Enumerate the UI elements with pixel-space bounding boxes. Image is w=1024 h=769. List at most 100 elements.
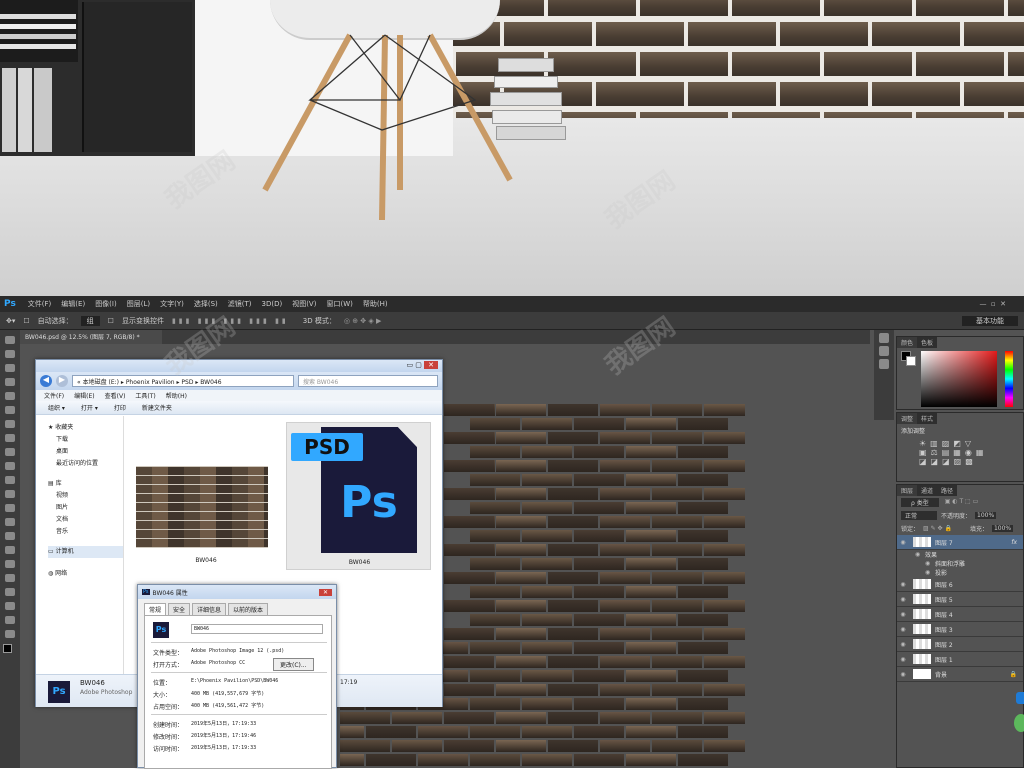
layer-row[interactable]: ◉ 背景 🔒 [897,667,1023,682]
tool-icon[interactable] [5,448,15,456]
eye-icon[interactable]: ◉ [897,611,909,618]
eye-icon[interactable]: ◉ [897,539,909,546]
eye-icon[interactable]: ◉ [897,581,909,588]
eye-icon[interactable]: ◉ [897,641,909,648]
menu-item[interactable]: 图像(I) [95,300,117,308]
explorer-menu-item[interactable]: 帮助(H) [166,391,187,400]
menu-item[interactable]: 3D(D) [262,300,283,308]
tool-icon[interactable] [5,518,15,526]
blend-mode-select[interactable]: 正常 [901,511,938,520]
window-controls[interactable]: — ▫ ✕ [979,300,1006,308]
tab-channels[interactable]: 通道 [917,485,938,496]
foreground-color[interactable] [3,644,12,653]
tool-icon[interactable] [5,602,15,610]
layer-row[interactable]: ◉ 图层 7 fx [897,535,1023,550]
tool-icon[interactable] [5,476,15,484]
tool-icon[interactable] [5,630,15,638]
eye-icon[interactable]: ◉ [897,596,909,603]
tool-icon[interactable] [5,490,15,498]
fill-input[interactable]: 100% [991,525,1014,532]
tool-icon[interactable] [5,574,15,582]
menu-item[interactable]: 窗口(W) [326,300,352,308]
properties-icon[interactable] [879,346,889,356]
opacity-input[interactable]: 100% [975,512,997,519]
close-icon[interactable]: ✕ [318,588,332,596]
layer-row[interactable]: ◉ 图层 3 [897,622,1023,637]
workspace-select[interactable]: 基本功能 [962,315,1018,326]
tab-color[interactable]: 颜色 [897,337,918,348]
explorer-toolbar-button[interactable]: 新建文件夹 [142,403,172,412]
eye-icon[interactable]: ◉ [897,671,909,678]
effect-eye-icon[interactable]: ◉ [915,551,925,558]
breadcrumb-item[interactable]: BW046 [200,379,221,386]
filter-icons[interactable]: ▣ ◐ T ⬚ ▭ [945,498,979,507]
tool-icon[interactable] [5,616,15,624]
layer-row[interactable]: ◉ 图层 1 [897,652,1023,667]
file-item-psd[interactable]: Ps PSD BW046 [286,422,431,570]
file-item-jpg[interactable] [136,466,272,550]
tab-styles[interactable]: 样式 [917,413,938,424]
layer-row[interactable]: ◉ 斜面和浮雕 [897,559,1023,568]
fx-icon[interactable]: fx [1011,539,1017,546]
tool-icon[interactable] [5,392,15,400]
tab-swatches[interactable]: 色板 [917,337,938,348]
nav-desktop[interactable]: 桌面 [48,446,123,458]
background-swatch[interactable] [906,356,916,366]
forward-icon[interactable]: ▶ [56,375,68,387]
tool-icon[interactable] [5,560,15,568]
effect-eye-icon[interactable]: ◉ [925,560,935,567]
nav-recent[interactable]: 最近访问的位置 [48,458,123,470]
layer-row[interactable]: ◉ 图层 6 [897,577,1023,592]
lock-icons[interactable]: ▨ ✎ ✥ 🔒 [923,525,952,532]
explorer-toolbar-button[interactable]: 打印 [114,403,126,412]
menu-item[interactable]: 滤镜(T) [228,300,252,308]
window-buttons[interactable]: ▭ ▢ ✕ [406,361,438,369]
explorer-toolbar-button[interactable]: 组织 ▾ [48,403,65,412]
layer-row[interactable]: ◉ 图层 4 [897,607,1023,622]
side-badge[interactable] [1016,692,1024,704]
breadcrumb-item[interactable]: PSD [181,379,193,386]
doc-tab[interactable]: BW046.psd @ 12.5% (图层 7, RGB/8) * [20,330,162,344]
nav-favorites[interactable]: ★ 收藏夹 [48,422,123,434]
move-tool-icon[interactable]: ✥▾ [6,317,15,325]
nav-documents[interactable]: 文档 [48,514,123,526]
tool-icon[interactable] [5,588,15,596]
show-transform-checkbox[interactable]: ☐ [108,317,114,325]
menu-item[interactable]: 视图(V) [292,300,316,308]
adjustment-icons[interactable]: ☀▥▨◩▽ ▣⚖▤▦◉▦ ◪◪◪▨▩ [897,437,1023,468]
color-field[interactable] [921,351,997,407]
tool-icon[interactable] [5,420,15,428]
tool-icon[interactable] [5,336,15,344]
breadcrumb-item[interactable]: 本地磁盘 (E:) [83,379,119,386]
nav-libraries[interactable]: ▤ 库 [48,478,123,490]
info-icon[interactable] [879,359,889,369]
effect-eye-icon[interactable]: ◉ [925,569,935,576]
menu-item[interactable]: 编辑(E) [61,300,85,308]
tool-icon[interactable] [5,462,15,470]
nav-videos[interactable]: 视频 [48,490,123,502]
hue-slider[interactable] [1005,351,1013,407]
tool-icon[interactable] [5,378,15,386]
layer-filter[interactable]: ρ 类型 [901,498,939,507]
layer-row[interactable]: ◉ 图层 5 [897,592,1023,607]
nav-downloads[interactable]: 下载 [48,434,123,446]
menu-item[interactable]: 选择(S) [194,300,218,308]
breadcrumb-item[interactable]: Phoenix Pavilion [126,379,175,386]
tab-paths[interactable]: 路径 [937,485,958,496]
nav-computer[interactable]: ▭ 计算机 [48,546,123,558]
explorer-menu-item[interactable]: 工具(T) [135,391,155,400]
tool-icon[interactable] [5,434,15,442]
filename-field[interactable]: BW046 [191,624,323,634]
auto-select-checkbox[interactable]: ☐ [23,317,29,325]
layer-row[interactable]: ◉ 效果 [897,550,1023,559]
nav-network[interactable]: ◍ 网络 [48,568,123,580]
back-icon[interactable]: ◀ [40,375,52,387]
mode3d-icons[interactable]: ◎ ⊕ ✥ ◈ ▶ [344,317,382,325]
menu-item[interactable]: 帮助(H) [363,300,388,308]
eye-icon[interactable]: ◉ [897,626,909,633]
tool-icon[interactable] [5,364,15,372]
explorer-menu-item[interactable]: 文件(F) [44,391,64,400]
history-icon[interactable] [879,333,889,343]
tool-icon[interactable] [5,546,15,554]
tool-icon[interactable] [5,504,15,512]
